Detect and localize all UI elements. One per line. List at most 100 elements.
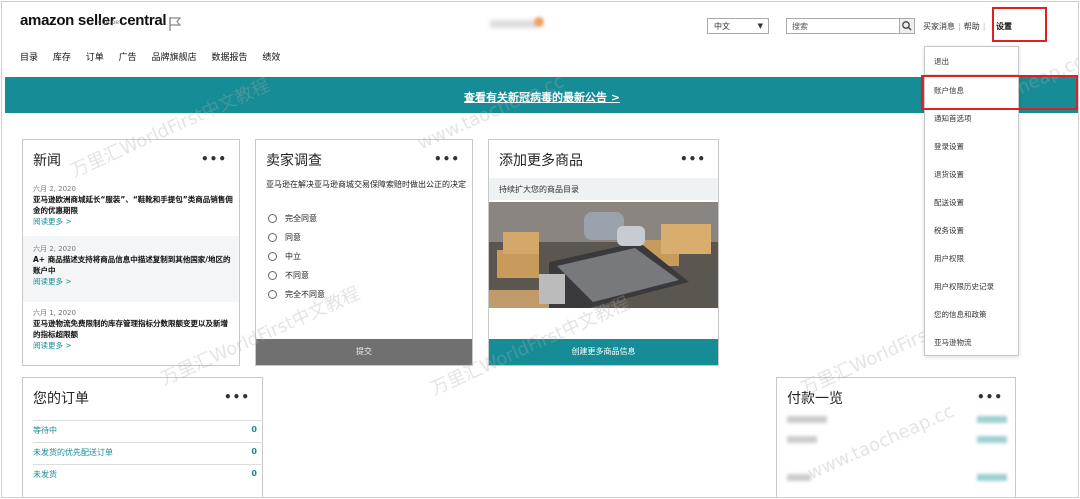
radio-icon bbox=[268, 252, 277, 261]
laptop-boxes-illustration bbox=[489, 202, 718, 308]
blurred-amount[interactable] bbox=[977, 436, 1007, 443]
survey-option[interactable]: 完全不同意 bbox=[268, 289, 325, 300]
nav-advertising[interactable]: 广告 bbox=[119, 53, 137, 63]
payment-row bbox=[787, 436, 1007, 446]
dropdown-item-return-settings[interactable]: 退货设置 bbox=[934, 169, 964, 180]
search-button[interactable] bbox=[899, 18, 915, 34]
more-options-icon[interactable]: ••• bbox=[201, 152, 227, 166]
order-row[interactable]: 等待中 0 bbox=[33, 420, 263, 439]
order-row[interactable]: 未发货的优先配送订单 0 bbox=[33, 442, 263, 461]
blurred-amount[interactable] bbox=[977, 416, 1007, 423]
payment-row bbox=[787, 474, 1007, 484]
order-label: 未发货 bbox=[33, 470, 57, 479]
search-input[interactable]: 搜索 bbox=[786, 18, 900, 34]
news-card: 新闻 ••• 六月 2, 2020 亚马逊欧洲商城延长“服装”、“鞋靴和手提包”… bbox=[22, 139, 240, 366]
news-date: 六月 2, 2020 bbox=[33, 185, 76, 193]
nav-stores[interactable]: 品牌旗舰店 bbox=[152, 53, 197, 63]
dropdown-item-fba[interactable]: 亚马逊物流 bbox=[934, 337, 972, 348]
orders-card: 您的订单 ••• 等待中 0 未发货的优先配送订单 0 未发货 0 bbox=[22, 377, 263, 497]
banner-link[interactable]: 查看有关新冠病毒的最新公告 > bbox=[5, 89, 1078, 105]
dropdown-item-logout[interactable]: 退出 bbox=[934, 56, 949, 67]
survey-option[interactable]: 不同意 bbox=[268, 270, 309, 281]
add-products-card: 添加更多商品 ••• 持续扩大您的商品目录 创建更多商品信息 bbox=[488, 139, 719, 366]
create-listings-button[interactable]: 创建更多商品信息 bbox=[489, 339, 718, 365]
option-label: 不同意 bbox=[285, 271, 309, 280]
radio-icon bbox=[268, 271, 277, 280]
dropdown-item-permission-history[interactable]: 用户权限历史记录 bbox=[934, 281, 994, 292]
app-window: amazon seller central europe 中文 ▼ 搜索 买家消… bbox=[1, 1, 1079, 498]
caret-down-icon: ▼ bbox=[757, 22, 763, 30]
survey-option[interactable]: 完全同意 bbox=[268, 213, 317, 224]
dropdown-item-user-permissions[interactable]: 用户权限 bbox=[934, 253, 964, 264]
add-products-subtitle: 持续扩大您的商品目录 bbox=[489, 178, 718, 200]
orders-title: 您的订单 bbox=[33, 391, 89, 407]
survey-option[interactable]: 中立 bbox=[268, 251, 301, 262]
account-badge-icon bbox=[534, 17, 544, 27]
nav-catalog[interactable]: 目录 bbox=[20, 53, 38, 63]
news-headline[interactable]: 亚马逊欧洲商城延长“服装”、“鞋靴和手提包”类商品销售佣金的优惠期限 bbox=[33, 194, 233, 216]
news-headline[interactable]: 亚马逊物流免费限制的库存管理指标分数限额变更以及新增的指标超限额 bbox=[33, 318, 233, 340]
more-options-icon[interactable]: ••• bbox=[680, 152, 706, 166]
survey-option[interactable]: 同意 bbox=[268, 232, 301, 243]
survey-question: 亚马逊在解决亚马逊商城交易保障索赔时做出公正的决定 bbox=[266, 180, 466, 189]
option-label: 完全不同意 bbox=[285, 290, 325, 299]
news-title: 新闻 bbox=[33, 153, 61, 169]
radio-icon bbox=[268, 214, 277, 223]
top-links: 买家消息 | 帮助 | bbox=[923, 21, 988, 32]
option-label: 中立 bbox=[285, 252, 301, 261]
more-options-icon[interactable]: ••• bbox=[224, 390, 250, 404]
news-item: 六月 1, 2020 亚马逊物流免费限制的库存管理指标分数限额变更以及新增的指标… bbox=[33, 308, 233, 351]
news-headline[interactable]: A+ 商品描述支持将商品信息中描述复制到其他国家/地区的账户中 bbox=[33, 254, 233, 276]
order-label: 等待中 bbox=[33, 426, 57, 435]
settings-highlight-box bbox=[992, 7, 1047, 42]
language-select[interactable]: 中文 ▼ bbox=[707, 18, 769, 34]
buyer-messages-link[interactable]: 买家消息 bbox=[923, 22, 955, 31]
order-count: 0 bbox=[251, 447, 257, 456]
dropdown-item-notifications[interactable]: 通知首选项 bbox=[934, 113, 972, 124]
nav-reports[interactable]: 数据报告 bbox=[211, 53, 247, 63]
dropdown-item-info-policies[interactable]: 您的信息和政策 bbox=[934, 309, 987, 320]
separator: | bbox=[982, 22, 986, 31]
blurred-amount[interactable] bbox=[977, 474, 1007, 481]
flag-icon[interactable] bbox=[168, 16, 182, 32]
payments-title: 付款一览 bbox=[787, 391, 843, 407]
main-nav: 目录 库存 订单 广告 品牌旗舰店 数据报告 绩效 bbox=[20, 50, 292, 63]
announcement-banner: 查看有关新冠病毒的最新公告 > bbox=[5, 77, 1078, 113]
radio-icon bbox=[268, 233, 277, 242]
blurred-label bbox=[787, 436, 817, 443]
radio-icon bbox=[268, 290, 277, 299]
nav-performance[interactable]: 绩效 bbox=[262, 53, 280, 63]
order-count: 0 bbox=[251, 469, 257, 478]
order-row[interactable]: 未发货 0 bbox=[33, 464, 263, 483]
blurred-label bbox=[787, 416, 827, 423]
add-products-title: 添加更多商品 bbox=[499, 153, 583, 169]
survey-submit-button[interactable]: 提交 bbox=[256, 339, 472, 365]
read-more-link[interactable]: 阅读更多 > bbox=[33, 276, 233, 287]
more-options-icon[interactable]: ••• bbox=[977, 390, 1003, 404]
survey-title: 卖家调查 bbox=[266, 153, 322, 169]
nav-orders[interactable]: 订单 bbox=[86, 53, 104, 63]
payments-card: 付款一览 ••• bbox=[776, 377, 1016, 497]
account-info-highlight-box bbox=[921, 75, 1078, 110]
option-label: 完全同意 bbox=[285, 214, 317, 223]
seller-survey-card: 卖家调查 ••• 亚马逊在解决亚马逊商城交易保障索赔时做出公正的决定 完全同意 … bbox=[255, 139, 473, 366]
dropdown-item-shipping-settings[interactable]: 配送设置 bbox=[934, 197, 964, 208]
logo-region: europe bbox=[98, 19, 119, 26]
news-item: 六月 2, 2020 A+ 商品描述支持将商品信息中描述复制到其他国家/地区的账… bbox=[33, 244, 233, 287]
blurred-account-name bbox=[490, 20, 538, 28]
order-count: 0 bbox=[251, 425, 257, 434]
nav-inventory[interactable]: 库存 bbox=[53, 53, 71, 63]
help-link[interactable]: 帮助 bbox=[964, 22, 980, 31]
news-date: 六月 1, 2020 bbox=[33, 309, 76, 317]
amazon-seller-central-logo[interactable]: amazon seller central bbox=[20, 12, 167, 29]
news-item: 六月 2, 2020 亚马逊欧洲商城延长“服装”、“鞋靴和手提包”类商品销售佣金… bbox=[33, 184, 233, 227]
more-options-icon[interactable]: ••• bbox=[434, 152, 460, 166]
dropdown-item-login-settings[interactable]: 登录设置 bbox=[934, 141, 964, 152]
separator: | bbox=[958, 22, 961, 31]
language-value: 中文 bbox=[714, 22, 730, 31]
dropdown-item-tax-settings[interactable]: 税务设置 bbox=[934, 225, 964, 236]
read-more-link[interactable]: 阅读更多 > bbox=[33, 340, 233, 351]
product-boxes-image bbox=[489, 202, 718, 308]
news-date: 六月 2, 2020 bbox=[33, 245, 76, 253]
read-more-link[interactable]: 阅读更多 > bbox=[33, 216, 233, 227]
